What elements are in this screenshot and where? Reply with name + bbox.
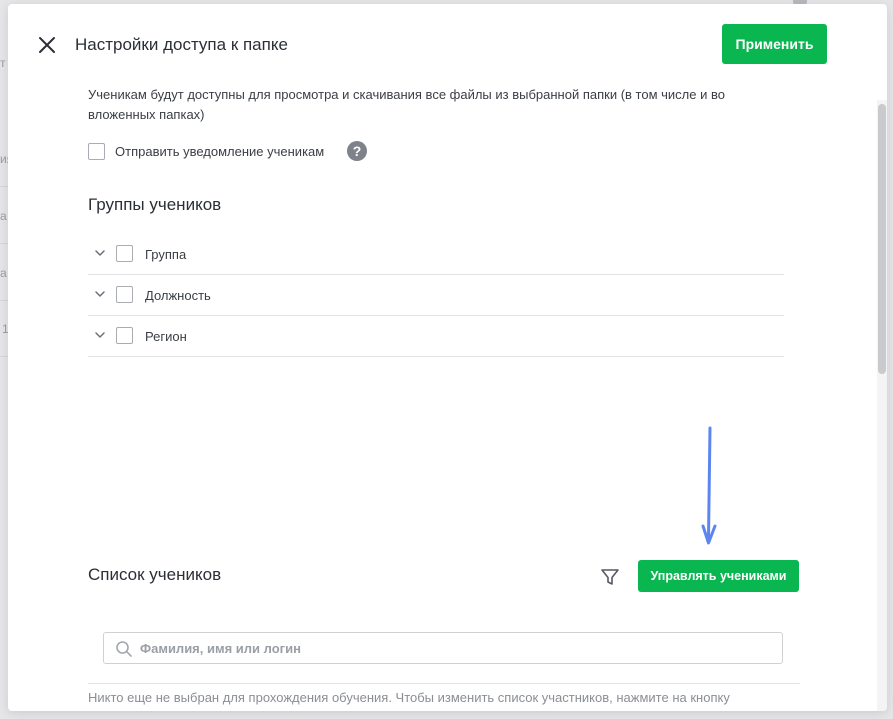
question-circle-icon[interactable]: ? xyxy=(347,141,367,161)
empty-list-note: Никто еще не выбран для прохождения обуч… xyxy=(88,690,730,705)
notify-students-label: Отправить уведомление ученикам xyxy=(115,144,325,159)
arrow-down-icon xyxy=(701,426,717,545)
notify-students-checkbox[interactable] xyxy=(88,143,105,160)
background-divider xyxy=(0,186,8,187)
chevron-down-icon[interactable] xyxy=(94,247,106,259)
background-divider xyxy=(0,300,8,301)
chevron-down-icon[interactable] xyxy=(94,288,106,300)
group-label: Регион xyxy=(145,329,187,344)
group-row-position: Должность xyxy=(88,274,784,316)
access-description: Ученикам будут доступны для просмотра и … xyxy=(88,87,725,122)
apply-button[interactable]: Применить xyxy=(722,24,827,64)
group-row-region: Регион xyxy=(88,315,784,357)
background-text: а xyxy=(0,209,7,223)
scrollbar-thumb[interactable] xyxy=(878,104,886,374)
search-icon xyxy=(116,641,132,657)
group-label: Группа xyxy=(145,247,187,262)
group-checkbox[interactable] xyxy=(116,327,133,344)
students-section-title: Список учеников xyxy=(88,565,222,584)
groups-section-title: Группы учеников xyxy=(88,195,222,214)
background-divider xyxy=(0,356,8,357)
dialog-title: Настройки доступа к папке xyxy=(75,35,288,54)
group-checkbox[interactable] xyxy=(116,286,133,303)
filter-icon[interactable] xyxy=(599,566,621,588)
manage-students-button[interactable]: Управлять учениками xyxy=(638,560,799,592)
background-text: т xyxy=(0,56,6,70)
dialog-header: Настройки доступа к папке Применить xyxy=(8,4,887,84)
close-icon[interactable] xyxy=(36,34,58,56)
folder-access-dialog: Настройки доступа к папке Применить Учен… xyxy=(8,4,887,711)
background-text: а xyxy=(0,266,7,280)
group-row-group: Группа xyxy=(88,233,784,275)
search-input[interactable] xyxy=(140,633,770,663)
student-search-field[interactable] xyxy=(103,632,783,664)
group-label: Должность xyxy=(145,288,211,303)
chevron-down-icon[interactable] xyxy=(94,329,106,341)
group-checkbox[interactable] xyxy=(116,245,133,262)
list-divider xyxy=(88,683,800,684)
background-divider xyxy=(0,243,8,244)
